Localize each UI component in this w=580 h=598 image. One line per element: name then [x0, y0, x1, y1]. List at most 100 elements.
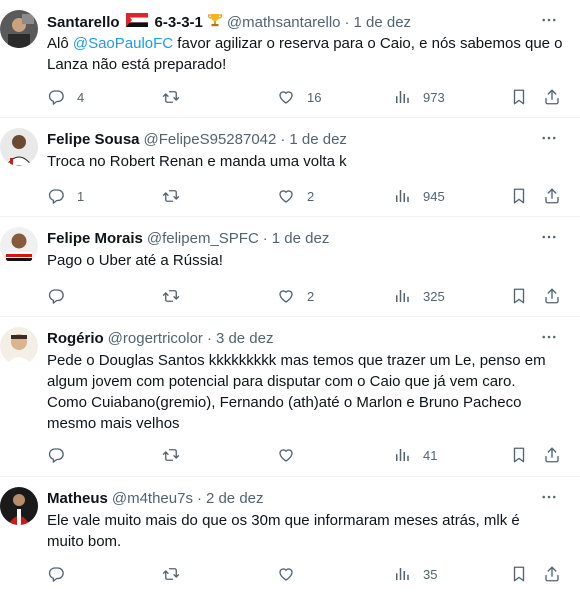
- user-handle[interactable]: @FelipeS95287042: [144, 130, 277, 150]
- bookmark-button[interactable]: [510, 444, 528, 466]
- more-button[interactable]: [538, 12, 560, 32]
- separator-dot: ·: [280, 131, 286, 148]
- post-date[interactable]: 2 de dez: [206, 489, 264, 509]
- retweet-button[interactable]: [162, 444, 180, 466]
- more-icon: [540, 488, 558, 511]
- reply-icon: [47, 187, 65, 205]
- views-button[interactable]: 41: [393, 444, 437, 466]
- display-name[interactable]: Santarello: [47, 13, 120, 33]
- more-icon: [540, 228, 558, 251]
- reply-text: Pago o Uber até a Rússia!: [47, 252, 223, 269]
- retweet-button[interactable]: [162, 563, 180, 585]
- display-name[interactable]: Matheus: [47, 489, 108, 509]
- share-button[interactable]: [543, 563, 561, 585]
- share-icon: [543, 88, 561, 106]
- bookmark-button[interactable]: [510, 86, 528, 108]
- more-button[interactable]: [538, 329, 560, 349]
- reply-text: Alô @SaoPauloFC favor agilizar o reserva…: [47, 33, 567, 75]
- reply-button[interactable]: [47, 285, 65, 307]
- reply-button[interactable]: 4: [47, 86, 84, 108]
- more-button[interactable]: [538, 489, 560, 509]
- user-handle[interactable]: @rogertricolor: [108, 329, 203, 349]
- views-button[interactable]: 325: [393, 285, 445, 307]
- like-button[interactable]: 16: [277, 86, 321, 108]
- reply-item[interactable]: Santarello 6-3-3-1 @mathsantarello · 1 d…: [0, 0, 580, 118]
- retweet-button[interactable]: [162, 86, 180, 108]
- bookmark-button[interactable]: [510, 185, 528, 207]
- reply-item[interactable]: Matheus @m4theu7s · 2 de dez Ele vale mu…: [0, 477, 580, 598]
- share-icon: [543, 287, 561, 305]
- views-count: 35: [423, 566, 438, 582]
- views-count: 41: [423, 447, 438, 463]
- retweet-icon: [162, 287, 180, 305]
- text-segment: Alô: [47, 35, 73, 52]
- reply-item[interactable]: Felipe Morais @felipem_SPFC · 1 de dez P…: [0, 217, 580, 317]
- post-date[interactable]: 1 de dez: [289, 130, 347, 150]
- share-button[interactable]: [543, 185, 561, 207]
- retweet-button[interactable]: [162, 285, 180, 307]
- display-name[interactable]: Felipe Sousa: [47, 130, 140, 150]
- user-handle[interactable]: @m4theu7s: [112, 489, 193, 509]
- reply-icon: [47, 446, 65, 464]
- replies-feed: Santarello 6-3-3-1 @mathsantarello · 1 d…: [0, 0, 580, 598]
- user-handle[interactable]: @mathsantarello: [227, 13, 341, 33]
- like-button[interactable]: [277, 563, 295, 585]
- retweet-button[interactable]: [162, 185, 180, 207]
- avatar[interactable]: [0, 327, 38, 365]
- user-handle[interactable]: @felipem_SPFC: [147, 229, 259, 249]
- avatar[interactable]: [0, 227, 38, 265]
- bookmark-button[interactable]: [510, 285, 528, 307]
- like-icon: [277, 565, 295, 583]
- avatar[interactable]: [0, 128, 38, 166]
- reply-text: Troca no Robert Renan e manda uma volta …: [47, 153, 347, 170]
- reply-button[interactable]: [47, 563, 65, 585]
- share-icon: [543, 565, 561, 583]
- reply-button[interactable]: [47, 444, 65, 466]
- action-bar: 41: [47, 444, 567, 466]
- like-button[interactable]: [277, 444, 295, 466]
- reply-count: 1: [77, 188, 85, 204]
- action-bar: 4 16 973: [47, 86, 567, 108]
- share-button[interactable]: [543, 444, 561, 466]
- display-name[interactable]: Rogério: [47, 329, 104, 349]
- retweet-icon: [162, 446, 180, 464]
- views-icon: [393, 88, 411, 106]
- reply-text: Pede o Douglas Santos kkkkkkkkk mas temo…: [47, 350, 567, 434]
- reply-button[interactable]: 1: [47, 185, 84, 207]
- views-button[interactable]: 35: [393, 563, 437, 585]
- avatar[interactable]: [0, 487, 38, 525]
- post-date[interactable]: 1 de dez: [354, 13, 412, 33]
- more-button[interactable]: [538, 229, 560, 249]
- views-button[interactable]: 945: [393, 185, 445, 207]
- views-count: 325: [423, 288, 445, 304]
- more-icon: [540, 328, 558, 351]
- mention-link[interactable]: @SaoPauloFC: [73, 35, 173, 52]
- action-bar: 1 2 945: [47, 185, 567, 207]
- reply-header: Matheus @m4theu7s · 2 de dez: [47, 489, 264, 509]
- views-button[interactable]: 973: [393, 86, 445, 108]
- more-button[interactable]: [538, 130, 560, 150]
- text-line: Como Cuiabano(gremio), Fernando (ath)até…: [47, 394, 522, 411]
- bookmark-button[interactable]: [510, 563, 528, 585]
- reply-icon: [47, 88, 65, 106]
- like-count: 2: [307, 288, 315, 304]
- like-button[interactable]: 2: [277, 285, 314, 307]
- share-button[interactable]: [543, 86, 561, 108]
- bookmark-icon: [510, 88, 528, 106]
- avatar[interactable]: [0, 10, 38, 48]
- reply-item[interactable]: Felipe Sousa @FelipeS95287042 · 1 de dez…: [0, 118, 580, 217]
- action-bar: 2 325: [47, 285, 567, 307]
- separator-dot: ·: [196, 490, 202, 507]
- reply-header: Santarello 6-3-3-1 @mathsantarello · 1 d…: [47, 12, 411, 34]
- retweet-icon: [162, 187, 180, 205]
- post-date[interactable]: 1 de dez: [272, 229, 330, 249]
- reply-item[interactable]: Rogério @rogertricolor · 3 de dez Pede o…: [0, 317, 580, 477]
- post-date[interactable]: 3 de dez: [216, 329, 274, 349]
- share-button[interactable]: [543, 285, 561, 307]
- more-icon: [540, 11, 558, 34]
- like-button[interactable]: 2: [277, 185, 314, 207]
- views-icon: [393, 565, 411, 583]
- reply-icon: [47, 565, 65, 583]
- reply-text: Ele vale muito mais do que os 30m que in…: [47, 510, 567, 552]
- display-name[interactable]: Felipe Morais: [47, 229, 143, 249]
